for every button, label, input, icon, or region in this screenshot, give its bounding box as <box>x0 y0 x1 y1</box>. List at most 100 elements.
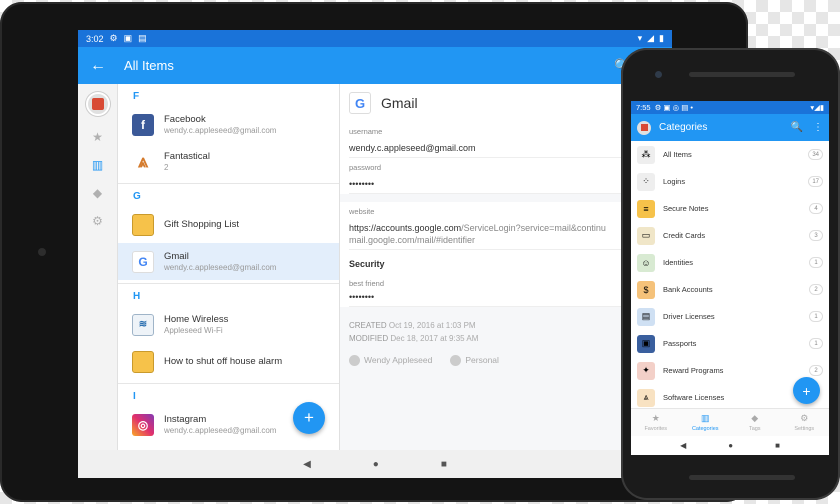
account-avatar[interactable] <box>85 92 110 116</box>
category-count-badge: 17 <box>808 176 823 187</box>
category-item[interactable]: ▤ Driver Licenses 1 <box>631 303 829 330</box>
username-field[interactable]: username wendy.c.appleseed@gmail.com <box>349 122 663 158</box>
system-nav-bar: ◀ ● ■ <box>78 450 672 478</box>
detail-title: Gmail <box>381 95 418 111</box>
password-label: password <box>349 163 382 172</box>
category-icon: ▣ <box>637 334 655 353</box>
instagram-icon: ◎ <box>132 413 154 436</box>
category-icon: $ <box>637 280 655 299</box>
phone-status-right-icons: ▾◢▮ <box>810 103 824 112</box>
tab-favorites[interactable]: ★ Favorites <box>631 409 681 436</box>
status-time: 3:02 <box>86 33 104 44</box>
items-icon[interactable]: ▥ <box>91 158 105 172</box>
category-item[interactable]: ▣ Passports 1 <box>631 330 829 357</box>
list-item-facebook[interactable]: f Facebook wendy.c.appleseed@gmail.com <box>118 106 339 143</box>
category-icon: ☺ <box>637 253 655 272</box>
google-icon: G <box>132 250 154 273</box>
google-logo-icon: G <box>349 92 371 114</box>
website-value[interactable]: https://accounts.google.com/ServiceLogin… <box>349 223 663 233</box>
vault-icon <box>450 355 462 367</box>
nav-recent-icon[interactable]: ■ <box>441 459 447 470</box>
item-subtitle: Appleseed Wi-Fi <box>164 326 223 335</box>
back-arrow-icon[interactable]: ← <box>90 57 110 75</box>
search-icon[interactable]: 🔍 <box>791 122 803 133</box>
item-name: Home Wireless <box>164 314 229 325</box>
tab-label: Favorites <box>644 426 668 432</box>
category-label: Credit Cards <box>663 231 706 240</box>
settings-gear-icon[interactable]: ⚙ <box>91 214 105 228</box>
website-secondary[interactable]: mail.google.com/mail/#identifier <box>349 235 663 245</box>
list-item-home-wireless[interactable]: ≋ Home Wireless Appleseed Wi-Fi <box>118 306 339 343</box>
phone-page-title: Categories <box>659 122 708 133</box>
modified-value: Dec 18, 2017 at 9:35 AM <box>390 334 479 343</box>
phone-status-icons: ⚙ ▣ ◎ ▤ • <box>654 103 694 112</box>
navigation-rail: ★ ▥ ◆ ⚙ <box>78 84 118 450</box>
tag-icon[interactable]: ◆ <box>91 186 105 200</box>
category-item[interactable]: $ Bank Accounts 2 <box>631 276 829 303</box>
category-icon: ≡ <box>637 199 655 218</box>
category-item[interactable]: ▭ Credit Cards 3 <box>631 222 829 249</box>
tab-label: Settings <box>794 426 815 432</box>
list-item-fantastical[interactable]: ⩓ Fantastical 2 <box>118 143 339 180</box>
list-item-house-alarm[interactable]: How to shut off house alarm <box>118 343 339 380</box>
password-value: •••••••• <box>349 179 375 189</box>
notification-status-icon: ▣ <box>123 33 133 43</box>
category-count-badge: 34 <box>808 149 823 160</box>
category-label: Secure Notes <box>663 204 709 213</box>
best-friend-label: best friend <box>349 279 385 288</box>
account-avatar[interactable] <box>637 120 651 135</box>
wifi-status-icon: ▾ <box>637 33 643 43</box>
nav-back-icon[interactable]: ◀ <box>680 441 686 450</box>
list-item-gmail[interactable]: G Gmail wendy.c.appleseed@gmail.com <box>118 243 339 280</box>
category-count-badge: 4 <box>809 203 823 214</box>
item-name: Instagram <box>164 414 207 425</box>
nav-recent-icon[interactable]: ■ <box>775 441 780 450</box>
category-item[interactable]: ⁂ All Items 34 <box>631 141 829 168</box>
username-label: username <box>349 127 383 136</box>
password-field[interactable]: password •••••••• <box>349 158 663 194</box>
category-item[interactable]: ☺ Identities 1 <box>631 249 829 276</box>
more-options-icon[interactable]: ⋮ <box>813 122 823 133</box>
signal-status-icon: ◢ <box>647 33 655 43</box>
created-value: Oct 19, 2016 at 1:03 PM <box>388 321 476 330</box>
nav-home-icon[interactable]: ● <box>373 459 379 470</box>
phone-add-item-button[interactable]: + <box>793 377 820 404</box>
phone-bottom-speaker <box>689 475 795 480</box>
item-name: Gift Shopping List <box>164 219 239 230</box>
tab-settings[interactable]: ⚙ Settings <box>780 409 830 436</box>
category-item[interactable]: ≡ Secure Notes 4 <box>631 195 829 222</box>
tab-categories[interactable]: ▥ Categories <box>681 409 731 436</box>
phone-app-bar: Categories 🔍 ⋮ <box>631 114 829 141</box>
nav-home-icon[interactable]: ● <box>728 441 733 450</box>
best-friend-field[interactable]: best friend •••••••• <box>349 274 663 307</box>
phone-device: 7:55 ⚙ ▣ ◎ ▤ • ▾◢▮ Categories 🔍 ⋮ ⁂ All I… <box>621 48 840 500</box>
app-bar: ← All Items 🔍 ★ <box>78 47 672 84</box>
tab-label: Categories <box>691 426 719 432</box>
website-field[interactable]: website https://accounts.google.com/Serv… <box>349 202 663 250</box>
categories-icon: ▥ <box>700 413 710 423</box>
category-label: Identities <box>663 258 694 267</box>
tab-tags[interactable]: ◆ Tags <box>730 409 780 436</box>
nav-back-icon[interactable]: ◀ <box>303 459 311 470</box>
status-bar: 3:02 ⚙ ▣ ▤ ▾ ◢ ▮ <box>78 30 672 47</box>
best-friend-value: •••••••• <box>349 292 375 302</box>
secure-note-icon <box>132 350 154 373</box>
category-item[interactable]: ⁘ Logins 17 <box>631 168 829 195</box>
vault: Personal <box>450 355 499 367</box>
battery-status-icon: ▮ <box>659 33 664 43</box>
add-item-button[interactable]: + <box>293 402 325 434</box>
item-subtitle: wendy.c.appleseed@gmail.com <box>164 126 277 135</box>
category-icon: ▤ <box>637 307 655 326</box>
file-status-icon: ▤ <box>138 33 147 43</box>
category-count-badge: 1 <box>809 338 823 349</box>
category-label: Passports <box>663 339 697 348</box>
facebook-icon: f <box>132 113 154 136</box>
category-label: Driver Licenses <box>663 312 715 321</box>
list-item-gift-shopping-list[interactable]: Gift Shopping List <box>118 206 339 243</box>
items-list: F f Facebook wendy.c.appleseed@gmail.com … <box>118 84 340 450</box>
item-name: Facebook <box>164 114 206 125</box>
vault-name: Personal <box>465 355 499 365</box>
category-label: Bank Accounts <box>663 285 713 294</box>
item-name: Gmail <box>164 251 189 262</box>
favorites-star-icon[interactable]: ★ <box>91 130 105 144</box>
